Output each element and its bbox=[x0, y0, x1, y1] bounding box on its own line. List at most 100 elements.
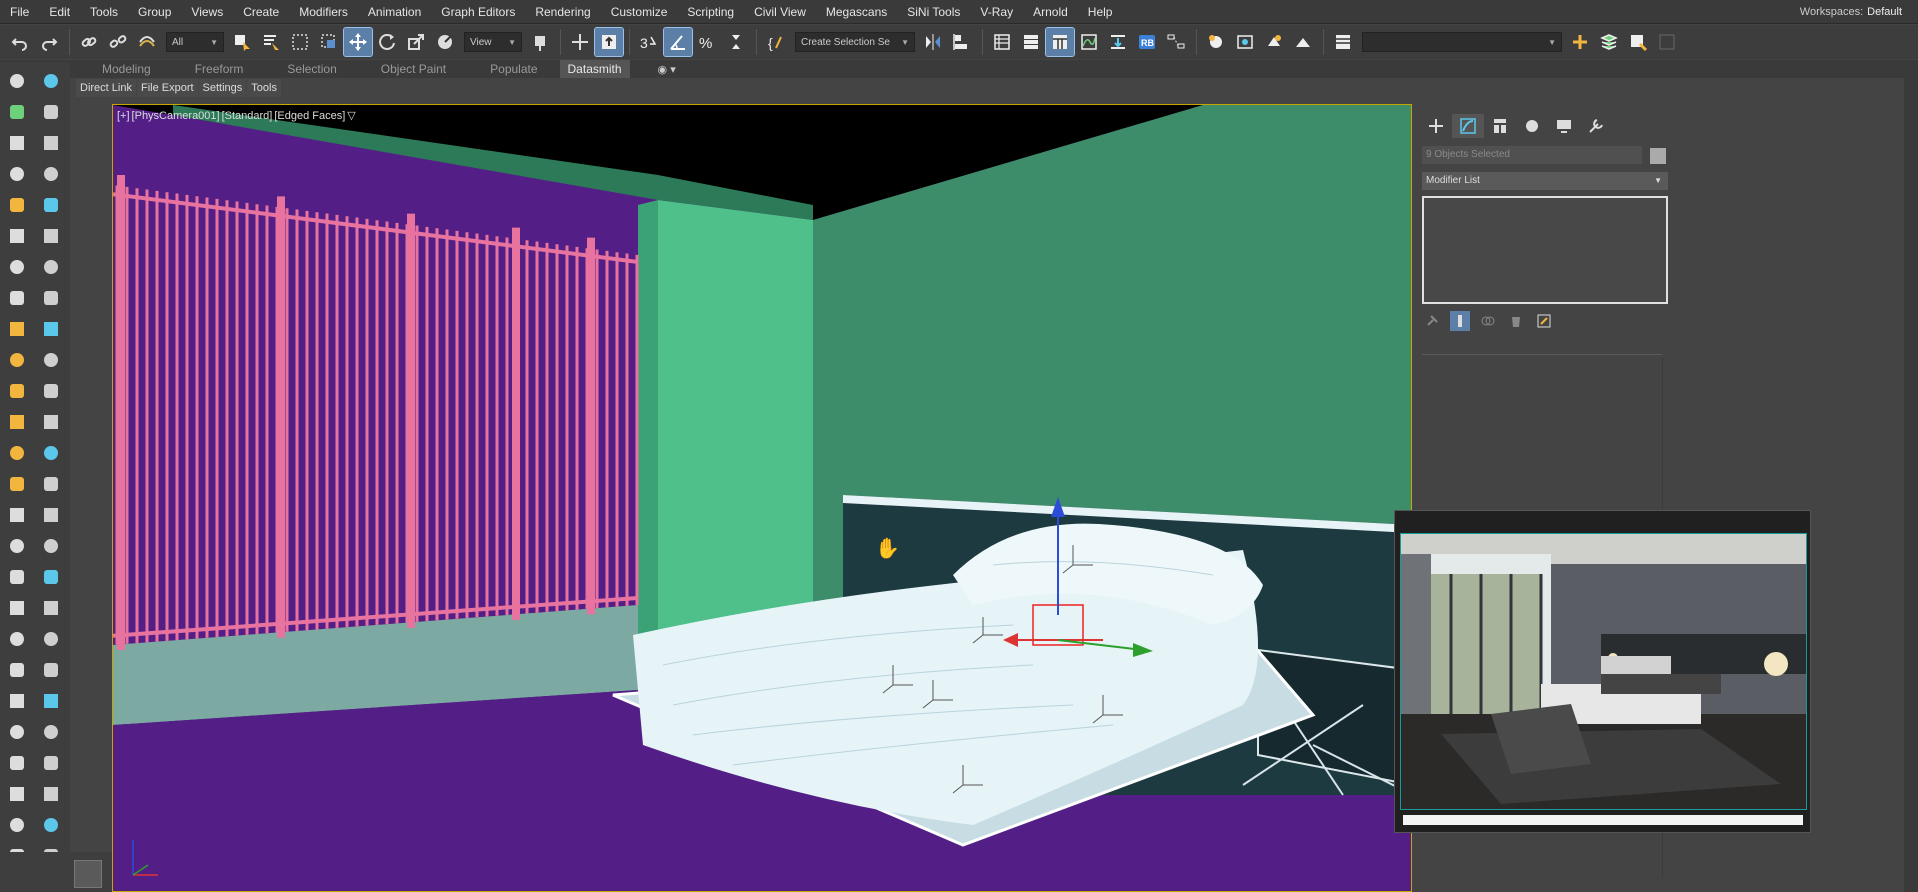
tab-freeform[interactable]: Freeform bbox=[173, 60, 266, 78]
workspace-selector[interactable]: Workspaces: Default bbox=[1800, 0, 1902, 24]
named-selection-set-dropdown[interactable]: Create Selection Se ▼ bbox=[795, 32, 915, 52]
undo-icon[interactable] bbox=[6, 28, 34, 56]
viewport-camera[interactable]: [PhysCamera001] bbox=[132, 110, 220, 122]
modifier-list-dropdown[interactable]: Modifier List ▼ bbox=[1422, 172, 1668, 190]
render-setup-icon[interactable] bbox=[1231, 28, 1259, 56]
spacewarp-icon[interactable] bbox=[4, 254, 30, 280]
menu-customize[interactable]: Customize bbox=[601, 0, 678, 24]
teapot-icon-alt[interactable] bbox=[38, 68, 64, 94]
refresh-icon-alt[interactable] bbox=[38, 99, 64, 125]
motion-tab-icon[interactable] bbox=[1516, 114, 1548, 138]
selection-filter-dropdown[interactable]: All ▼ bbox=[166, 32, 224, 52]
object-name-field[interactable]: 9 Objects Selected bbox=[1422, 146, 1642, 164]
disabled-toolbar-icon[interactable] bbox=[1653, 28, 1681, 56]
spinner-snap-icon[interactable] bbox=[722, 28, 750, 56]
sphere-alt-icon-alt[interactable] bbox=[38, 502, 64, 528]
select-rotate-icon[interactable] bbox=[373, 28, 401, 56]
tab-selection[interactable]: Selection bbox=[265, 60, 358, 78]
percent-snap-icon[interactable]: % bbox=[693, 28, 721, 56]
configure-modifier-sets-icon[interactable] bbox=[1534, 311, 1554, 331]
light-icon[interactable] bbox=[4, 192, 30, 218]
menu-graph-editors[interactable]: Graph Editors bbox=[431, 0, 525, 24]
pin-stack-icon[interactable] bbox=[1422, 311, 1442, 331]
circle-icon-alt[interactable] bbox=[38, 719, 64, 745]
torus-icon-alt[interactable] bbox=[38, 533, 64, 559]
menu-vray[interactable]: V-Ray bbox=[970, 0, 1023, 24]
menu-create[interactable]: Create bbox=[233, 0, 289, 24]
select-by-name-icon[interactable] bbox=[257, 28, 285, 56]
menu-edit[interactable]: Edit bbox=[39, 0, 80, 24]
fixture-icon[interactable] bbox=[4, 409, 30, 435]
tab-datasmith[interactable]: Datasmith bbox=[559, 60, 630, 78]
render-frame-icon[interactable] bbox=[1260, 28, 1288, 56]
tab-modeling[interactable]: Modeling bbox=[80, 60, 173, 78]
filter-icon[interactable]: ▽ bbox=[347, 110, 355, 122]
select-manipulate-icon[interactable] bbox=[566, 28, 594, 56]
menu-help[interactable]: Help bbox=[1078, 0, 1123, 24]
person-icon[interactable] bbox=[4, 626, 30, 652]
show-end-result-icon[interactable] bbox=[1450, 311, 1470, 331]
material-icon-alt[interactable] bbox=[38, 347, 64, 373]
help-icon[interactable] bbox=[4, 812, 30, 838]
curve-editor-icon[interactable] bbox=[1075, 28, 1103, 56]
ribbon-toggle-icon[interactable] bbox=[1045, 27, 1075, 57]
sun-icon-alt[interactable] bbox=[38, 440, 64, 466]
tab-populate[interactable]: Populate bbox=[468, 60, 559, 78]
window-crossing-icon[interactable] bbox=[315, 28, 343, 56]
v-ray-lights-icon[interactable] bbox=[1595, 28, 1623, 56]
paint-icon-alt[interactable] bbox=[38, 316, 64, 342]
pie-icon-alt[interactable] bbox=[38, 781, 64, 807]
schematic-view-icon[interactable] bbox=[1162, 28, 1190, 56]
object-color-swatch[interactable] bbox=[1650, 148, 1666, 164]
render-icon[interactable] bbox=[1289, 28, 1317, 56]
viewport-label[interactable]: [+] [PhysCamera001] [Standard] [Edged Faces… bbox=[117, 109, 358, 122]
viewport-layout-button[interactable] bbox=[74, 860, 102, 888]
rb-icon[interactable]: RB bbox=[1133, 28, 1161, 56]
layer-explorer-icon[interactable] bbox=[1017, 28, 1045, 56]
menu-civil-view[interactable]: Civil View bbox=[744, 0, 816, 24]
sun-icon[interactable] bbox=[4, 440, 30, 466]
house-icon-alt[interactable] bbox=[38, 688, 64, 714]
cube-icon-alt[interactable] bbox=[38, 564, 64, 590]
cube-icon[interactable] bbox=[4, 564, 30, 590]
teapot-icon[interactable] bbox=[4, 68, 30, 94]
perspective-viewport[interactable]: ✋ [+] [PhysCamera001] [Standard] [Edged Fac… bbox=[112, 104, 1412, 892]
workspace-value[interactable]: Default bbox=[1867, 6, 1902, 18]
direct-link-button[interactable]: Direct Link bbox=[76, 79, 136, 97]
sphere-alt-icon[interactable] bbox=[4, 502, 30, 528]
v-ray-frame-buffer-icon[interactable] bbox=[1624, 28, 1652, 56]
menu-views[interactable]: Views bbox=[181, 0, 233, 24]
bind-space-warp-icon[interactable] bbox=[133, 28, 161, 56]
file-export-button[interactable]: File Export bbox=[136, 79, 198, 97]
lamp-icon[interactable] bbox=[4, 378, 30, 404]
spacewarp-icon-alt[interactable] bbox=[38, 254, 64, 280]
settings-button[interactable]: Settings bbox=[198, 79, 247, 97]
menu-megascans[interactable]: Megascans bbox=[816, 0, 897, 24]
tools-button[interactable]: Tools bbox=[247, 79, 281, 97]
menu-rendering[interactable]: Rendering bbox=[525, 0, 600, 24]
camera-icon-alt[interactable] bbox=[38, 161, 64, 187]
edit-named-selection-icon[interactable]: { bbox=[762, 28, 790, 56]
pivot-center-icon[interactable] bbox=[526, 28, 554, 56]
viewport-menu[interactable]: [+] bbox=[117, 110, 130, 122]
cylinder-icon-alt[interactable] bbox=[38, 595, 64, 621]
systems-icon-alt[interactable] bbox=[38, 285, 64, 311]
dope-sheet-icon[interactable] bbox=[1104, 28, 1132, 56]
remove-modifier-icon[interactable] bbox=[1506, 311, 1526, 331]
menu-file[interactable]: File bbox=[0, 0, 39, 24]
menu-scripting[interactable]: Scripting bbox=[677, 0, 744, 24]
menu-sini-tools[interactable]: SiNi Tools bbox=[897, 0, 970, 24]
flower-icon-alt[interactable] bbox=[38, 750, 64, 776]
grass-icon[interactable] bbox=[4, 657, 30, 683]
menu-tools[interactable]: Tools bbox=[80, 0, 128, 24]
lamp-icon-alt[interactable] bbox=[38, 378, 64, 404]
camera-icon[interactable] bbox=[4, 161, 30, 187]
utilities-tab-icon[interactable] bbox=[1580, 114, 1612, 138]
select-scale-icon[interactable] bbox=[402, 28, 430, 56]
create-tab-plus-icon[interactable] bbox=[1420, 114, 1452, 138]
modifier-stack[interactable] bbox=[1422, 196, 1668, 304]
ring-icon[interactable] bbox=[4, 471, 30, 497]
scene-explorer-icon[interactable] bbox=[988, 28, 1016, 56]
align-icon[interactable] bbox=[948, 28, 976, 56]
helper-icon-alt[interactable] bbox=[38, 223, 64, 249]
